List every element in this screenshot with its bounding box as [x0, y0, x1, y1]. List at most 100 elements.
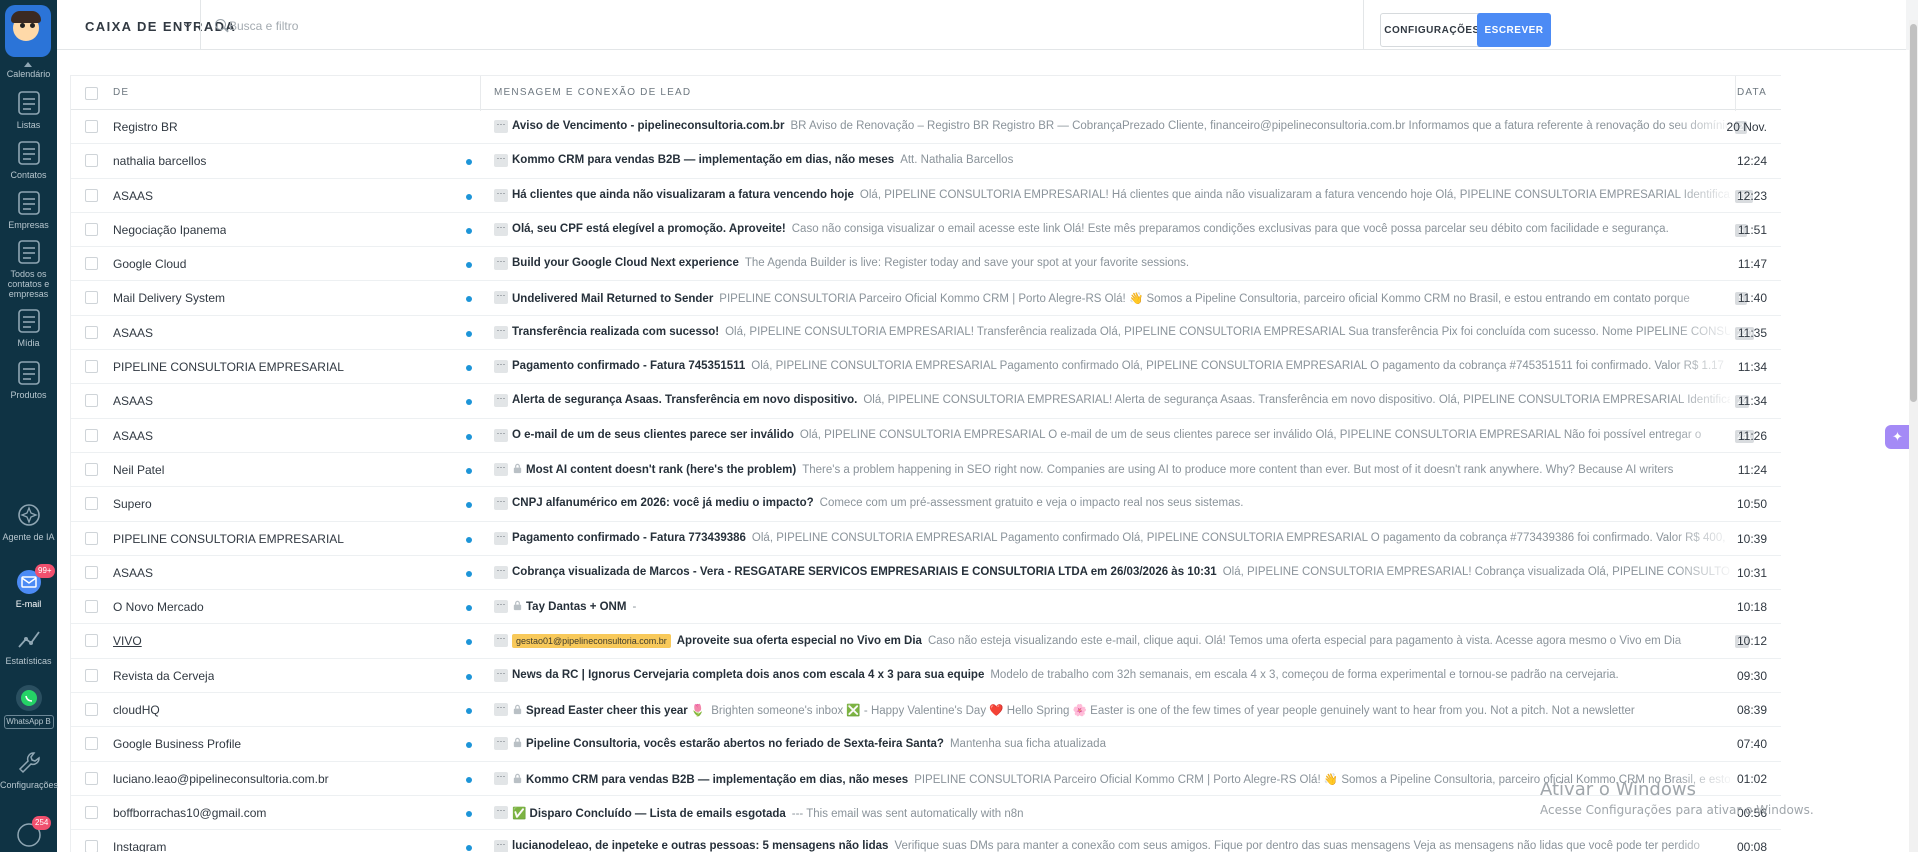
row-checkbox[interactable]	[85, 257, 98, 271]
column-header-from[interactable]: DE	[113, 87, 129, 98]
more-options-icon[interactable]: ···	[494, 600, 508, 614]
message-content[interactable]: Transferência realizada com sucesso! Olá,…	[512, 326, 1730, 338]
table-row[interactable]: Revista da Cerveja ··· News da RC | Ignoru…	[71, 658, 1781, 694]
more-options-icon[interactable]: ···	[494, 257, 508, 271]
sidebar-item-calendar[interactable]: Calendário	[0, 67, 57, 79]
message-content[interactable]: News da RC | Ignorus Cervejaria completa…	[512, 669, 1730, 681]
table-row[interactable]: Instagram ··· lucianodeleao, de inpeteke e…	[71, 830, 1781, 852]
sidebar-item-companies[interactable]: Empresas	[0, 188, 57, 230]
row-checkbox[interactable]	[85, 634, 98, 648]
message-content[interactable]: O e-mail de um de seus clientes parece s…	[512, 429, 1730, 441]
table-row[interactable]: Mail Delivery System ··· Undelivered Mail …	[71, 281, 1781, 316]
sidebar-item-lists[interactable]: Listas	[0, 88, 57, 130]
sidebar-item-contacts[interactable]: Contatos	[0, 138, 57, 180]
sender-name[interactable]: boffborrachas10@gmail.com	[113, 806, 266, 820]
sidebar-item-whatsapp[interactable]: WhatsApp B	[0, 683, 57, 729]
sender-name[interactable]: ASAAS	[113, 189, 153, 203]
table-row[interactable]: ASAAS ··· O e-mail de um de seus clientes …	[71, 418, 1781, 453]
sender-name[interactable]: cloudHQ	[113, 703, 160, 717]
table-row[interactable]: Supero ··· CNPJ alfanumérico em 2026: você…	[71, 487, 1781, 522]
mailbox-tag[interactable]: gestao01@pipelineconsultoria.com.br	[512, 634, 671, 649]
message-content[interactable]: gestao01@pipelineconsultoria.com.br Aprov…	[512, 634, 1730, 649]
row-checkbox[interactable]	[85, 120, 98, 133]
row-checkbox[interactable]	[85, 462, 98, 476]
sender-name[interactable]: luciano.leao@pipelineconsultoria.com.br	[113, 772, 329, 786]
table-row[interactable]: cloudHQ ··· Spread Easter cheer this year …	[71, 693, 1781, 728]
sender-name[interactable]: ASAAS	[113, 566, 153, 580]
sender-name[interactable]: Negociação Ipanema	[113, 223, 226, 237]
row-checkbox[interactable]	[85, 291, 98, 305]
message-content[interactable]: Há clientes que ainda não visualizaram a…	[512, 189, 1730, 201]
compose-button[interactable]: ESCREVER	[1477, 13, 1551, 47]
more-options-icon[interactable]: ···	[494, 805, 508, 819]
sender-name[interactable]: ASAAS	[113, 394, 153, 408]
table-row[interactable]: Google Cloud ··· Build your Google Cloud N…	[71, 247, 1781, 282]
sender-name[interactable]: ASAAS	[113, 326, 153, 340]
sidebar-item-products[interactable]: Produtos	[0, 358, 57, 400]
sender-name[interactable]: O Novo Mercado	[113, 600, 204, 614]
row-checkbox[interactable]	[85, 325, 98, 339]
row-checkbox[interactable]	[85, 188, 98, 202]
row-checkbox[interactable]	[85, 805, 98, 819]
row-checkbox[interactable]	[85, 428, 98, 442]
message-content[interactable]: Cobrança visualizada de Marcos - Vera - …	[512, 566, 1730, 578]
message-content[interactable]: Spread Easter cheer this year 🌷 Brighten …	[512, 703, 1730, 717]
ai-assistant-button[interactable]: ✦	[1885, 425, 1909, 449]
sidebar-item-media[interactable]: Mídia	[0, 306, 57, 348]
sender-name[interactable]: Revista da Cerveja	[113, 669, 214, 683]
table-row[interactable]: luciano.leao@pipelineconsultoria.com.br ·…	[71, 761, 1781, 796]
sender-name[interactable]: PIPELINE CONSULTORIA EMPRESARIAL	[113, 360, 344, 374]
more-options-icon[interactable]: ···	[494, 222, 508, 236]
message-content[interactable]: Pagamento confirmado - Fatura 745351511 O…	[512, 360, 1730, 372]
table-row[interactable]: PIPELINE CONSULTORIA EMPRESARIAL ··· Pagam…	[71, 350, 1781, 385]
message-content[interactable]: lucianodeleao, de inpeteke e outras pess…	[512, 840, 1730, 852]
sender-name[interactable]: Supero	[113, 497, 152, 511]
table-row[interactable]: Google Business Profile ··· Pipeline Consu…	[71, 727, 1781, 762]
table-row[interactable]: Negociação Ipanema ··· Olá, seu CPF está e…	[71, 212, 1781, 248]
sender-name[interactable]: VIVO	[113, 634, 142, 648]
table-row[interactable]: Registro BR ··· Aviso de Vencimento - pipe…	[71, 110, 1781, 145]
scrollbar-thumb[interactable]	[1910, 24, 1917, 402]
row-checkbox[interactable]	[85, 394, 98, 408]
row-checkbox[interactable]	[85, 497, 98, 511]
sender-name[interactable]: ASAAS	[113, 429, 153, 443]
search-input[interactable]	[229, 16, 829, 36]
row-checkbox[interactable]	[85, 600, 98, 614]
row-checkbox[interactable]	[85, 703, 98, 717]
row-checkbox[interactable]	[85, 840, 98, 852]
more-options-icon[interactable]: ···	[494, 634, 508, 648]
sidebar-item-settings[interactable]: Configurações	[0, 748, 58, 790]
sidebar-item-email[interactable]: E-mail 99+	[0, 564, 57, 609]
more-options-icon[interactable]: ···	[494, 565, 508, 579]
account-avatar[interactable]	[5, 5, 51, 57]
table-row[interactable]: nathalia barcellos ··· Kommo CRM para vend…	[71, 144, 1781, 179]
row-checkbox[interactable]	[85, 771, 98, 785]
sender-name[interactable]: Registro BR	[113, 120, 178, 134]
more-options-icon[interactable]: ···	[494, 497, 508, 511]
more-options-icon[interactable]: ···	[494, 531, 508, 545]
select-all-checkbox[interactable]	[85, 87, 98, 100]
table-row[interactable]: ASAAS ··· Cobrança visualizada de Marcos -…	[71, 555, 1781, 591]
column-header-message[interactable]: MENSAGEM E CONEXÃO DE LEAD	[494, 87, 691, 98]
more-options-icon[interactable]: ···	[494, 703, 508, 717]
table-row[interactable]: O Novo Mercado ··· Tay Dantas + ONM - 10:18	[71, 590, 1781, 625]
settings-button[interactable]: CONFIGURAÇÕES	[1380, 13, 1484, 47]
row-checkbox[interactable]	[85, 737, 98, 751]
more-options-icon[interactable]: ···	[494, 291, 508, 305]
more-options-icon[interactable]: ···	[494, 428, 508, 442]
sender-name[interactable]: Mail Delivery System	[113, 291, 225, 305]
message-content[interactable]: Pagamento confirmado - Fatura 773439386 O…	[512, 532, 1730, 544]
sidebar-item-notifications[interactable]: 254	[0, 816, 57, 848]
more-options-icon[interactable]: ···	[494, 462, 508, 476]
row-checkbox[interactable]	[85, 565, 98, 579]
message-content[interactable]: Aviso de Vencimento - pipelineconsultori…	[512, 120, 1730, 132]
table-row[interactable]: ASAAS ··· Há clientes que ainda não visual…	[71, 178, 1781, 213]
more-options-icon[interactable]: ···	[494, 737, 508, 751]
row-checkbox[interactable]	[85, 360, 98, 374]
message-content[interactable]: Build your Google Cloud Next experience T…	[512, 257, 1730, 269]
more-options-icon[interactable]: ···	[494, 154, 508, 168]
table-row[interactable]: ASAAS ··· Alerta de segurança Asaas. Trans…	[71, 384, 1781, 419]
more-options-icon[interactable]: ···	[494, 325, 508, 339]
sender-name[interactable]: Neil Patel	[113, 463, 164, 477]
message-content[interactable]: Pipeline Consultoria, vocês estarão aber…	[512, 737, 1730, 750]
